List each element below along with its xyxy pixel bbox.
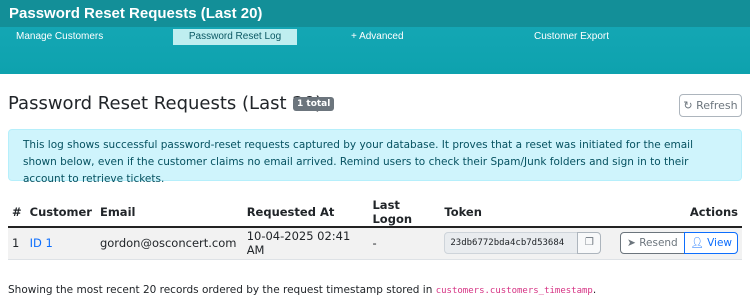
customer-link[interactable]: ID 1: [30, 236, 53, 250]
row-last-logon: -: [368, 227, 441, 260]
page-title: Password Reset Requests (Last 20): [8, 93, 323, 114]
token-field[interactable]: 23db6772bda4cb7d53684: [444, 232, 580, 255]
info-alert-text: This log shows successful password-reset…: [23, 139, 694, 185]
window-title: Password Reset Requests (Last 20): [9, 5, 263, 22]
col-header-num: #: [8, 198, 26, 228]
row-number: 1: [8, 227, 26, 260]
view-button[interactable]: 👤︎ View: [684, 232, 738, 255]
col-header-actions: Actions: [616, 198, 742, 228]
user-card-icon: 👤︎: [690, 237, 704, 250]
col-header-requested-at: Requested At: [242, 198, 369, 228]
col-header-customer: Customer: [25, 198, 96, 228]
copy-token-button[interactable]: ❐: [577, 232, 602, 255]
col-header-last-logon: Last Logon: [368, 198, 441, 228]
resend-button[interactable]: ➤ Resend: [620, 232, 685, 255]
refresh-label: Refresh: [696, 99, 738, 112]
footer-text: Showing the most recent 20 records order…: [8, 284, 433, 296]
send-icon: ➤: [627, 237, 636, 250]
table-row: 1 ID 1 gordon@osconcert.com 10-04-2025 0…: [8, 227, 742, 260]
col-header-email: Email: [95, 198, 243, 228]
view-label: View: [707, 237, 732, 250]
reset-log-table: # Customer Email Requested At Last Logon…: [8, 198, 742, 260]
tab-customer-export[interactable]: Customer Export: [534, 29, 609, 45]
row-email: gordon@osconcert.com: [95, 227, 243, 260]
tab-manage-customers[interactable]: Manage Customers: [16, 29, 103, 45]
refresh-button[interactable]: ↻ Refresh: [679, 94, 742, 117]
col-header-token: Token: [440, 198, 617, 228]
footer-code: customers.customers_timestamp: [435, 286, 593, 296]
count-badge: 1 total: [293, 97, 335, 111]
tab-password-reset-log[interactable]: Password Reset Log: [173, 29, 297, 45]
top-banner: Password Reset Requests (Last 20) Manage…: [0, 0, 750, 74]
table-header-row: # Customer Email Requested At Last Logon…: [8, 198, 742, 228]
info-alert: This log shows successful password-reset…: [8, 129, 742, 185]
footer-period: .: [592, 284, 597, 296]
resend-label: Resend: [639, 237, 678, 250]
row-requested-at: 10-04-2025 02:41 AM: [242, 227, 369, 260]
clipboard-icon: ❐: [584, 237, 594, 249]
footer-note: Showing the most recent 20 records order…: [8, 284, 596, 296]
refresh-icon: ↻: [683, 99, 693, 112]
tab-advanced[interactable]: + Advanced: [351, 29, 404, 45]
